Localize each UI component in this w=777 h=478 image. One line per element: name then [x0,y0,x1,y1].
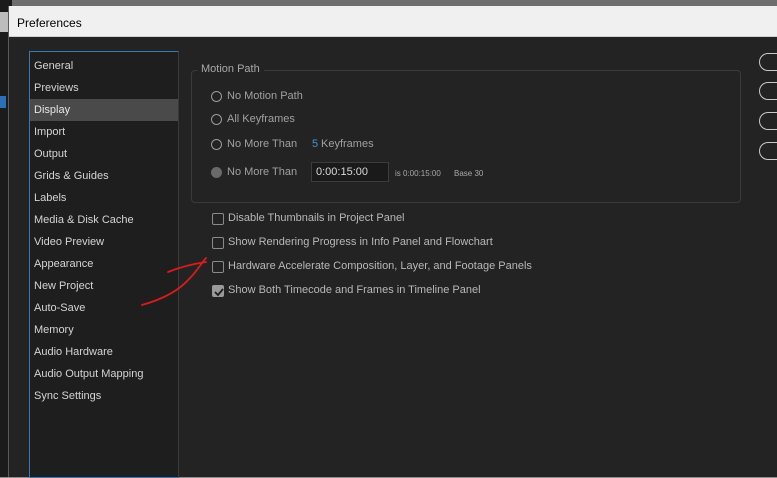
sidebar-item-audio-hardware[interactable]: Audio Hardware [30,341,178,363]
keyframes-unit-label: Keyframes [321,138,374,150]
no-motion-path-label: No Motion Path [227,90,303,102]
sidebar-item-output[interactable]: Output [30,143,178,165]
no-more-than-time-label: No More Than [227,166,298,178]
disable-thumbnails-checkbox[interactable] [212,213,224,225]
preferences-dialog: Preferences General Previews Display Imp… [8,6,777,478]
background-app-highlight [0,96,6,108]
ok-button[interactable] [759,53,777,71]
sidebar-item-video-preview[interactable]: Video Preview [30,231,178,253]
sidebar-item-sync-settings[interactable]: Sync Settings [30,385,178,407]
show-rendering-progress-label: Show Rendering Progress in Info Panel an… [228,236,493,248]
keyframes-count-value[interactable]: 5 [312,138,318,150]
show-timecode-frames-label: Show Both Timecode and Frames in Timelin… [228,284,481,296]
all-keyframes-radio[interactable] [211,114,222,125]
next-button[interactable] [759,142,777,160]
time-base-note: Base 30 [454,169,484,178]
sidebar-item-import[interactable]: Import [30,121,178,143]
no-more-than-keyframes-radio[interactable] [211,139,222,150]
no-more-than-keyframes-label: No More Than [227,138,298,150]
checkmark-icon [214,288,224,297]
no-motion-path-radio[interactable] [211,91,222,102]
show-rendering-progress-checkbox[interactable] [212,237,224,249]
preferences-sidebar: General Previews Display Import Output G… [29,51,179,478]
title-bar[interactable]: Preferences [9,6,777,37]
dialog-title: Preferences [17,16,82,30]
hardware-accelerate-checkbox[interactable] [212,261,224,273]
motion-path-title: Motion Path [197,63,264,75]
sidebar-item-audio-output-mapping[interactable]: Audio Output Mapping [30,363,178,385]
show-timecode-frames-checkbox[interactable] [212,285,224,297]
hardware-accelerate-label: Hardware Accelerate Composition, Layer, … [228,260,532,272]
previous-button[interactable] [759,112,777,130]
sidebar-item-previews[interactable]: Previews [30,77,178,99]
sidebar-item-media-disk-cache[interactable]: Media & Disk Cache [30,209,178,231]
all-keyframes-label: All Keyframes [227,113,295,125]
sidebar-item-general[interactable]: General [30,55,178,77]
sidebar-item-auto-save[interactable]: Auto-Save [30,297,178,319]
sidebar-item-appearance[interactable]: Appearance [30,253,178,275]
sidebar-item-grids-guides[interactable]: Grids & Guides [30,165,178,187]
cancel-button[interactable] [759,82,777,100]
sidebar-item-memory[interactable]: Memory [30,319,178,341]
sidebar-item-display[interactable]: Display [30,99,178,121]
no-more-than-time-radio[interactable] [211,167,222,178]
time-equivalent-note: is 0:00:15:00 [395,169,441,178]
sidebar-item-new-project[interactable]: New Project [30,275,178,297]
sidebar-item-labels[interactable]: Labels [30,187,178,209]
disable-thumbnails-label: Disable Thumbnails in Project Panel [228,212,405,224]
time-input[interactable]: 0:00:15:00 [311,162,389,182]
